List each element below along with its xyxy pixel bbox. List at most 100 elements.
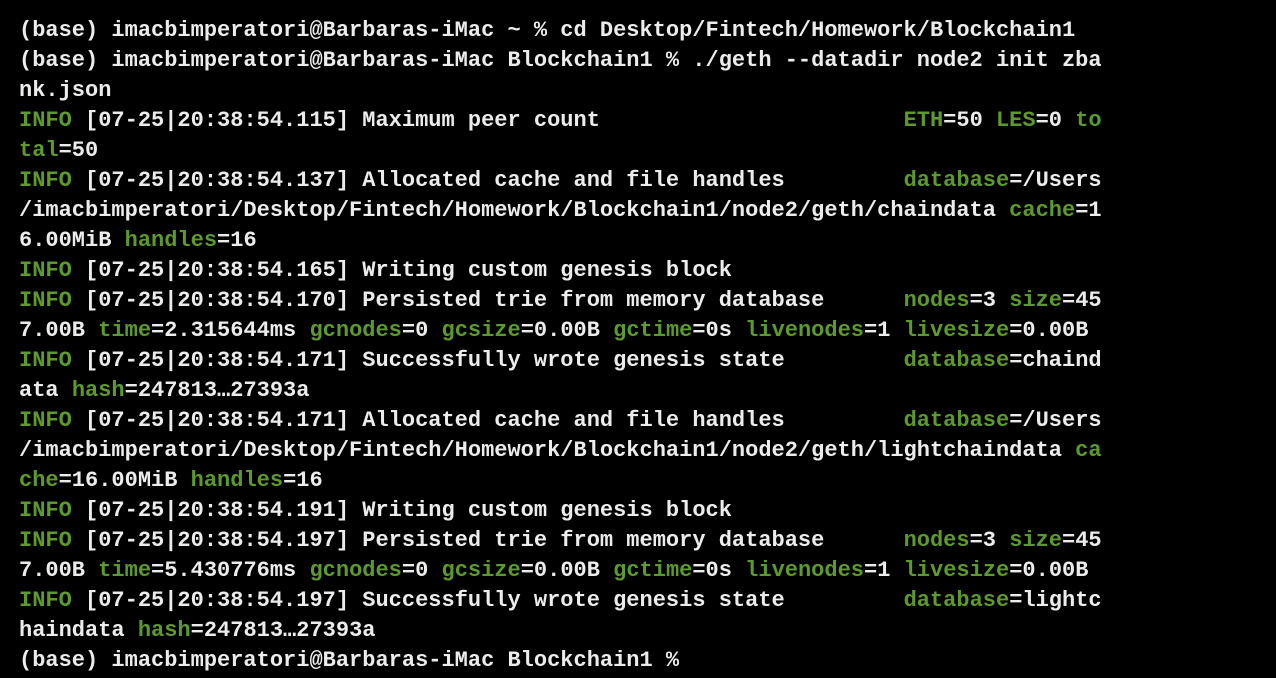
log-text: =2.315644ms	[151, 318, 310, 343]
log-key: cache	[1009, 198, 1076, 223]
log-key: INFO	[19, 108, 72, 133]
terminal-line: nk.json	[19, 76, 1276, 106]
terminal-line: /imacbimperatori/Desktop/Fintech/Homewor…	[19, 436, 1276, 466]
log-text: =0	[401, 318, 442, 343]
terminal-line: INFO [07-25|20:38:54.165] Writing custom…	[19, 256, 1276, 286]
terminal-line: haindata hash=247813…27393a	[19, 616, 1276, 646]
log-key: ETH	[903, 108, 944, 133]
log-key: gctime	[613, 318, 693, 343]
log-key: livenodes	[745, 558, 864, 583]
log-text: =16.00MiB	[58, 468, 191, 493]
log-text: =50	[943, 108, 996, 133]
log-text: =247813…27393a	[124, 378, 310, 403]
terminal-window[interactable]: (base) imacbimperatori@Barbaras-iMac ~ %…	[0, 0, 1276, 678]
log-text: nk.json	[19, 78, 112, 103]
terminal-line: INFO [07-25|20:38:54.170] Persisted trie…	[19, 286, 1276, 316]
log-text: haindata	[19, 618, 138, 643]
log-key: nodes	[903, 288, 970, 313]
log-text: [07-25|20:38:54.171] Successfully wrote …	[71, 348, 904, 373]
log-text: =0s	[692, 318, 746, 343]
log-text: [07-25|20:38:54.191] Writing custom gene…	[71, 498, 732, 523]
log-key: INFO	[19, 498, 72, 523]
log-text: =16	[217, 228, 257, 253]
log-text: =chaind	[1009, 348, 1102, 373]
log-key: gctime	[613, 558, 693, 583]
log-key: database	[903, 168, 1010, 193]
log-text: =0.00B	[520, 558, 614, 583]
terminal-line: INFO [07-25|20:38:54.115] Maximum peer c…	[19, 106, 1276, 136]
terminal-line: INFO [07-25|20:38:54.137] Allocated cach…	[19, 166, 1276, 196]
terminal-line: 7.00B time=2.315644ms gcnodes=0 gcsize =0…	[19, 316, 1276, 346]
log-key: ca	[1075, 438, 1102, 463]
log-text: =0	[401, 558, 442, 583]
log-key: time	[98, 318, 152, 343]
terminal-line: 7.00B time=5.430776ms gcnodes=0 gcsize=0…	[19, 556, 1276, 586]
log-key: handles	[190, 468, 284, 493]
terminal-line: ata hash=247813…27393a	[19, 376, 1276, 406]
log-text: =16	[283, 468, 323, 493]
log-key: LES	[995, 108, 1036, 133]
log-key: handles	[124, 228, 218, 253]
log-text: =247813…27393a	[190, 618, 376, 643]
log-text: [07-25|20:38:54.197] Persisted trie from…	[71, 528, 904, 553]
log-key: database	[903, 408, 1010, 433]
log-text: =0	[1035, 108, 1076, 133]
log-text: (base) imacbimperatori@Barbaras-iMac ~ %…	[19, 18, 1076, 43]
log-key: to	[1075, 108, 1102, 133]
log-text: 6.00MiB	[19, 228, 125, 253]
log-text: (base) imacbimperatori@Barbaras-iMac Blo…	[19, 648, 693, 673]
terminal-line: INFO [07-25|20:38:54.191] Writing custom…	[19, 496, 1276, 526]
log-key: time	[98, 558, 152, 583]
log-text: =1	[1075, 198, 1102, 223]
terminal-line: /imacbimperatori/Desktop/Fintech/Homewor…	[19, 196, 1276, 226]
log-text: /imacbimperatori/Desktop/Fintech/Homewor…	[19, 198, 1010, 223]
log-key: INFO	[19, 588, 72, 613]
log-key: livesize	[903, 318, 1010, 343]
log-key: INFO	[19, 528, 72, 553]
terminal-line: che=16.00MiB handles=16	[19, 466, 1276, 496]
terminal-line: tal=50	[19, 136, 1276, 166]
log-key: hash	[71, 378, 125, 403]
log-key: livesize	[903, 558, 1010, 583]
log-text: =5.430776ms	[151, 558, 310, 583]
log-text: =45	[1062, 288, 1102, 313]
log-key: size	[1009, 528, 1062, 553]
log-text: =0.00B	[1009, 318, 1089, 343]
log-key: INFO	[19, 348, 72, 373]
cursor	[694, 647, 707, 671]
log-key: gcsize	[441, 558, 521, 583]
log-text: =1	[864, 318, 904, 343]
log-key: hash	[137, 618, 191, 643]
terminal-line: 6.00MiB handles=16	[19, 226, 1276, 256]
log-key: gcnodes	[309, 318, 402, 343]
log-text: /imacbimperatori/Desktop/Fintech/Homewor…	[19, 438, 1076, 463]
log-key: gcsize	[441, 318, 521, 343]
log-key: INFO	[19, 288, 72, 313]
terminal-line: (base) imacbimperatori@Barbaras-iMac Blo…	[19, 46, 1276, 76]
log-text: =50	[58, 138, 99, 163]
terminal-line: (base) imacbimperatori@Barbaras-iMac Blo…	[19, 646, 1276, 676]
log-key: database	[903, 348, 1010, 373]
log-text: [07-25|20:38:54.115] Maximum peer count	[71, 108, 904, 133]
log-text: [07-25|20:38:54.170] Persisted trie from…	[71, 288, 904, 313]
log-key: INFO	[19, 258, 72, 283]
log-text: 7.00B	[19, 558, 99, 583]
log-key: gcnodes	[309, 558, 402, 583]
log-key: nodes	[903, 528, 970, 553]
log-key: database	[903, 588, 1010, 613]
terminal-line: (base) imacbimperatori@Barbaras-iMac ~ %…	[19, 16, 1276, 46]
terminal-output: (base) imacbimperatori@Barbaras-iMac ~ %…	[19, 16, 1276, 676]
log-text: =3	[969, 288, 1010, 313]
log-text: ata	[19, 378, 72, 403]
terminal-line: INFO [07-25|20:38:54.171] Successfully w…	[19, 346, 1276, 376]
log-text: =/Users	[1009, 168, 1102, 193]
log-text: =1	[864, 558, 904, 583]
log-key: livenodes	[745, 318, 864, 343]
log-text: 7.00B	[19, 318, 99, 343]
log-key: che	[19, 468, 59, 493]
terminal-line: INFO [07-25|20:38:54.197] Persisted trie…	[19, 526, 1276, 556]
log-key: INFO	[19, 408, 72, 433]
log-text: =lightc	[1009, 588, 1102, 613]
terminal-line: INFO [07-25|20:38:54.197] Successfully w…	[19, 586, 1276, 616]
log-text: [07-25|20:38:54.171] Allocated cache and…	[71, 408, 904, 433]
